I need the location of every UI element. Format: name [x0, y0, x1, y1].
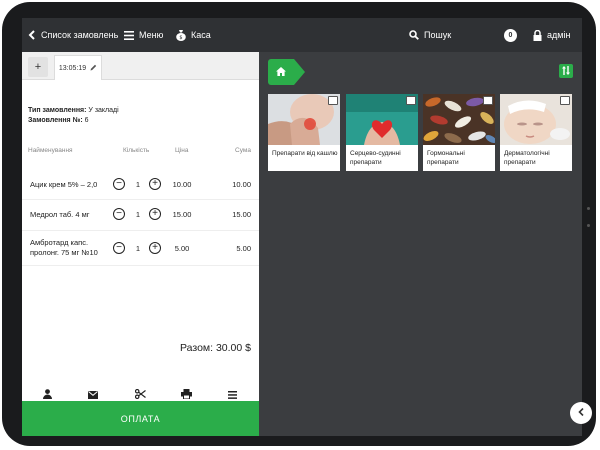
item-name: Ацик крем 5% – 2,0 [30, 180, 98, 189]
item-name: Медрол таб. 4 мг [30, 210, 90, 219]
back-label: Список замовлень [41, 30, 119, 40]
order-row[interactable]: Амбротард капс. пролонг. 75 мг №10 − 1 +… [22, 231, 259, 266]
increase-qty-button[interactable]: + [149, 208, 161, 220]
increase-qty-button[interactable]: + [149, 178, 161, 190]
folder-icon [560, 96, 570, 105]
category-label: Серцево-судинні препарати [350, 150, 401, 166]
item-name: Амбротард капс. пролонг. 75 мг №10 [30, 238, 98, 257]
order-type-line: Тип замовлення: У закладі [28, 106, 119, 116]
sort-button[interactable] [559, 64, 573, 78]
increase-qty-button[interactable]: + [149, 242, 161, 254]
pay-button[interactable]: ОПЛАТА [22, 401, 259, 436]
decrease-qty-button[interactable]: − [113, 178, 125, 190]
top-bar: Список замовлень Меню $ Каса Пошук 0 адм… [22, 18, 582, 52]
decrease-qty-button[interactable]: − [113, 242, 125, 254]
category-card[interactable]: Гормональні препарати [423, 94, 495, 171]
item-price: 10.00 [172, 180, 192, 189]
app-screen: Список замовлень Меню $ Каса Пошук 0 адм… [22, 18, 582, 436]
item-qty: 1 [135, 210, 141, 219]
lock-icon [533, 29, 542, 41]
order-number-label: Замовлення №: [28, 117, 83, 124]
notifications-button[interactable]: 0 [504, 18, 517, 52]
category-card[interactable]: Серцево-судинні препарати [346, 94, 418, 171]
menu-label: Меню [139, 30, 164, 40]
item-price: 5.00 [174, 244, 190, 253]
search-icon [409, 30, 419, 40]
add-order-tab-button[interactable]: + [28, 57, 48, 77]
category-label: Дерматологічні препарати [504, 150, 550, 166]
column-price: Ціна [175, 147, 189, 154]
order-tab-time: 13:05:19 [58, 64, 87, 72]
category-label: Препарати від кашлю [272, 150, 338, 157]
cash-button[interactable]: $ Каса [176, 18, 211, 52]
decrease-qty-button[interactable]: − [113, 208, 125, 220]
sort-arrows-icon [562, 62, 570, 80]
hamburger-icon [124, 30, 134, 40]
notifications-badge: 0 [504, 28, 517, 42]
order-tabs: + 13:05:19 [22, 52, 259, 80]
breadcrumb-arrow [294, 59, 305, 85]
chevron-left-icon [578, 407, 584, 419]
folder-icon [328, 96, 338, 105]
user-label: адмін [547, 30, 571, 40]
order-type-label: Тип замовлення: [28, 107, 87, 114]
order-tab-active[interactable]: 13:05:19 [54, 55, 102, 80]
chevron-left-icon [28, 30, 36, 40]
collapse-handle-button[interactable] [570, 402, 592, 424]
back-to-orders-button[interactable]: Список замовлень [28, 18, 118, 52]
folder-icon [483, 96, 493, 105]
column-qty: Кількість [123, 147, 150, 154]
category-card[interactable]: Дерматологічні препарати [500, 94, 572, 171]
column-name: Найменування [28, 147, 73, 154]
item-sum: 15.00 [232, 210, 251, 219]
tablet-frame: Список замовлень Меню $ Каса Пошук 0 адм… [2, 2, 596, 446]
order-meta: Тип замовлення: У закладі Замовлення №: … [28, 106, 119, 126]
category-label: Гормональні препарати [427, 150, 465, 166]
money-bag-icon: $ [176, 29, 186, 41]
pencil-icon[interactable] [90, 64, 97, 73]
order-panel: + 13:05:19 Тип замовлення: У закладі Зам… [22, 52, 259, 436]
category-card[interactable]: Препарати від кашлю [268, 94, 340, 171]
order-total: Разом: 30.00 $ [180, 342, 251, 354]
item-sum: 5.00 [236, 244, 251, 253]
search-button[interactable]: Пошук [409, 18, 451, 52]
home-icon [276, 63, 286, 81]
svg-text:$: $ [179, 35, 182, 41]
cash-label: Каса [191, 30, 211, 40]
order-row[interactable]: Ацик крем 5% – 2,0 − 1 + 10.00 10.00 [22, 170, 259, 200]
table-header: Найменування Кількість Ціна Сума [22, 147, 259, 159]
item-qty: 1 [135, 180, 141, 189]
catalog-home-button[interactable] [268, 59, 294, 85]
order-row[interactable]: Медрол таб. 4 мг − 1 + 15.00 15.00 [22, 200, 259, 231]
item-qty: 1 [135, 244, 141, 253]
item-sum: 10.00 [232, 180, 251, 189]
order-number-line: Замовлення №: 6 [28, 116, 119, 126]
item-price: 15.00 [172, 210, 192, 219]
order-number-value: 6 [84, 117, 89, 124]
menu-button[interactable]: Меню [124, 18, 163, 52]
user-menu-button[interactable]: адмін [533, 18, 570, 52]
folder-icon [406, 96, 416, 105]
column-sum: Сума [235, 147, 251, 154]
search-label: Пошук [424, 30, 452, 40]
order-type-value: У закладі [88, 107, 119, 114]
